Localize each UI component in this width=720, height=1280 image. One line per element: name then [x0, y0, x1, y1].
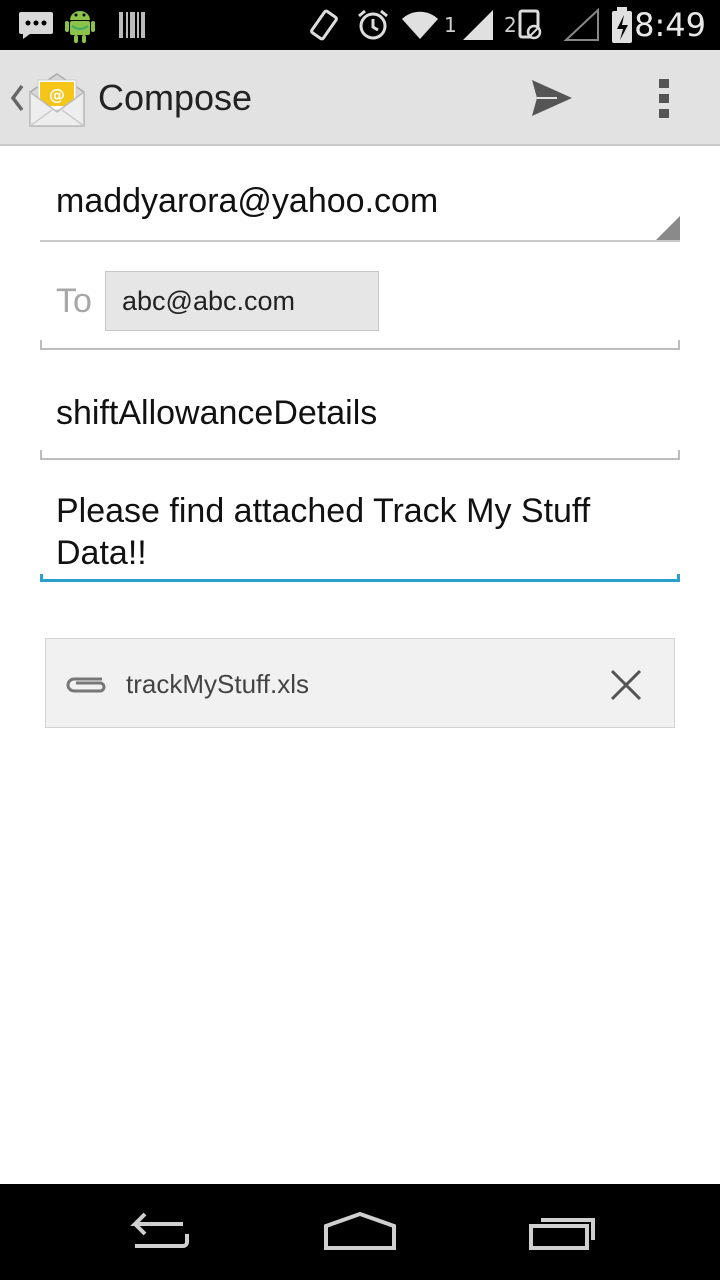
subject-field[interactable]: shiftAllowanceDetails — [40, 372, 680, 460]
recipient-chip[interactable]: abc@abc.com — [105, 271, 379, 331]
from-account-spinner[interactable]: maddyarora@yahoo.com — [40, 160, 680, 242]
barcode-icon — [118, 0, 146, 50]
signal-empty-icon — [560, 0, 600, 50]
svg-text:@: @ — [49, 85, 65, 104]
paperclip-icon — [64, 669, 108, 699]
overflow-menu-button[interactable] — [640, 68, 688, 128]
body-text: Please find attached Track My Stuff Data… — [56, 492, 591, 572]
email-app-icon[interactable]: @ — [26, 70, 88, 130]
to-label: To — [56, 282, 92, 320]
page-title: Compose — [98, 77, 253, 118]
subject-value: shiftAllowanceDetails — [56, 394, 378, 432]
status-time: 8:49 — [634, 6, 706, 44]
up-navigation-caret-icon[interactable] — [8, 80, 26, 116]
spinner-arrow-icon — [656, 216, 680, 240]
signal-sim1-icon: 1 — [444, 0, 495, 50]
android-debug-icon — [64, 0, 96, 50]
vibrate-icon — [308, 0, 340, 50]
sim1-label: 1 — [444, 13, 457, 37]
navigation-bar — [0, 1184, 720, 1280]
attachment-item[interactable]: trackMyStuff.xls — [45, 638, 675, 728]
send-button[interactable] — [522, 68, 582, 128]
attachment-name: trackMyStuff.xls — [126, 668, 310, 699]
sim2-label: 2 — [504, 13, 517, 37]
home-button[interactable] — [315, 1204, 405, 1260]
signal-sim2-icon: 2 — [504, 0, 543, 50]
back-button[interactable] — [115, 1204, 205, 1260]
send-icon — [532, 80, 572, 116]
overflow-menu-icon — [659, 79, 669, 118]
recent-apps-button[interactable] — [518, 1204, 608, 1260]
back-icon — [130, 1212, 189, 1248]
body-field[interactable]: Please find attached Track My Stuff Data… — [40, 482, 680, 582]
close-icon — [610, 669, 642, 701]
to-field[interactable]: To abc@abc.com — [40, 258, 680, 350]
remove-attachment-button[interactable] — [606, 665, 646, 705]
wifi-icon — [400, 0, 440, 50]
from-address: maddyarora@yahoo.com — [56, 182, 439, 220]
status-bar: 1 2 8:49 — [0, 0, 720, 50]
recent-apps-icon — [529, 1218, 595, 1250]
action-bar: @ Compose — [0, 50, 720, 146]
home-icon — [324, 1212, 396, 1250]
sms-notification-icon — [18, 0, 54, 50]
battery-charging-icon — [610, 0, 634, 50]
alarm-icon — [356, 0, 390, 50]
